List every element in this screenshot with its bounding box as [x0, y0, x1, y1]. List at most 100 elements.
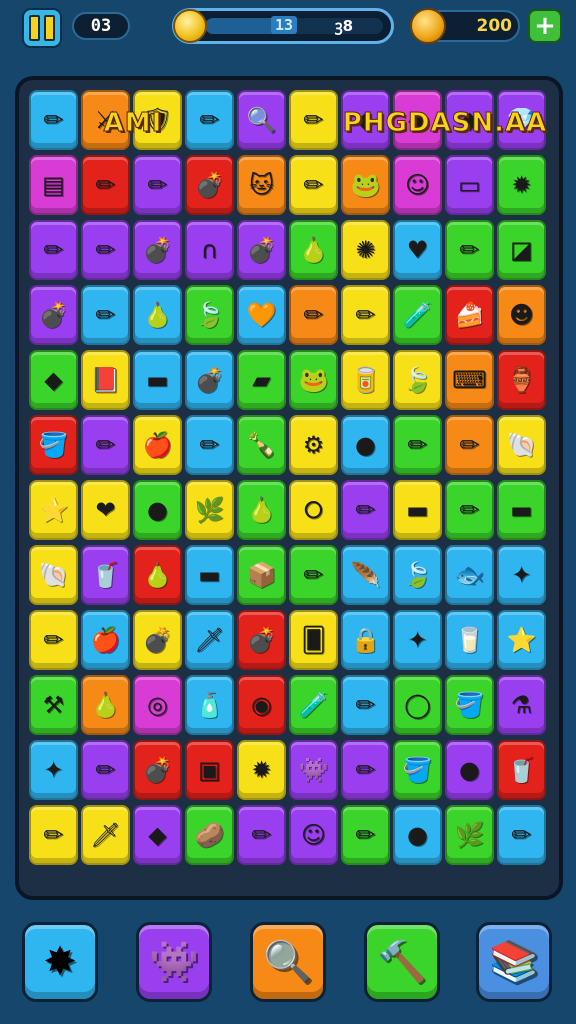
- game-tile[interactable]: 🍃: [185, 285, 234, 345]
- game-tile[interactable]: 💣: [133, 220, 182, 280]
- game-tile[interactable]: ✏: [341, 675, 390, 735]
- game-tile[interactable]: ▬: [497, 480, 546, 540]
- game-tile[interactable]: ✏: [393, 415, 442, 475]
- pause-button[interactable]: [22, 8, 62, 48]
- game-tile[interactable]: ✏: [29, 90, 78, 150]
- game-tile[interactable]: ⚒: [29, 675, 78, 735]
- game-tile[interactable]: 🍎: [81, 610, 130, 670]
- game-tile[interactable]: ⚔: [81, 90, 130, 150]
- game-tile[interactable]: 🍃: [393, 350, 442, 410]
- game-tile[interactable]: ◉: [237, 675, 286, 735]
- game-tile[interactable]: 💣: [237, 610, 286, 670]
- game-tile[interactable]: ⚙: [289, 415, 338, 475]
- game-tile[interactable]: 👾: [289, 740, 338, 800]
- game-tile[interactable]: 🪶: [341, 545, 390, 605]
- game-tile[interactable]: ✏: [289, 90, 338, 150]
- game-tile[interactable]: 🍐: [237, 480, 286, 540]
- game-tile[interactable]: 💣: [185, 350, 234, 410]
- game-tile[interactable]: ▭: [445, 155, 494, 215]
- game-tile[interactable]: ◎: [133, 675, 182, 735]
- game-tile[interactable]: 🐸: [289, 350, 338, 410]
- game-tile[interactable]: ▬: [133, 350, 182, 410]
- game-tile[interactable]: ✦: [497, 545, 546, 605]
- game-tile[interactable]: 🧴: [185, 675, 234, 735]
- game-tile[interactable]: ●: [445, 740, 494, 800]
- game-tile[interactable]: ❤: [81, 480, 130, 540]
- game-tile[interactable]: ✏: [29, 610, 78, 670]
- star-burst-button[interactable]: ✸: [22, 922, 98, 1002]
- game-tile[interactable]: 🐟: [445, 545, 494, 605]
- game-tile[interactable]: ✏: [29, 220, 78, 280]
- game-tile[interactable]: 📦: [237, 545, 286, 605]
- game-tile[interactable]: 🥤: [81, 545, 130, 605]
- monster-button[interactable]: 👾: [136, 922, 212, 1002]
- game-tile[interactable]: 🪣: [445, 675, 494, 735]
- game-tile[interactable]: ✏: [289, 545, 338, 605]
- game-tile[interactable]: ✏: [341, 740, 390, 800]
- search-button[interactable]: 🔍: [250, 922, 326, 1002]
- game-tile[interactable]: ✏: [237, 805, 286, 865]
- game-tile[interactable]: ✺: [341, 220, 390, 280]
- game-tile[interactable]: ✏: [289, 285, 338, 345]
- game-tile[interactable]: ♥: [393, 220, 442, 280]
- game-tile[interactable]: ☺: [289, 805, 338, 865]
- game-tile[interactable]: ✏: [81, 220, 130, 280]
- game-tile[interactable]: 🐚: [29, 545, 78, 605]
- game-tile[interactable]: 💣: [29, 285, 78, 345]
- game-tile[interactable]: 🍐: [133, 285, 182, 345]
- add-coins-button[interactable]: +: [528, 9, 562, 43]
- game-tile[interactable]: 🗡: [81, 805, 130, 865]
- game-tile[interactable]: 🛡: [133, 90, 182, 150]
- game-tile[interactable]: ⚗: [497, 675, 546, 735]
- game-tile[interactable]: 🪣: [393, 740, 442, 800]
- game-tile[interactable]: 🌿: [185, 480, 234, 540]
- game-tile[interactable]: ✦: [393, 610, 442, 670]
- game-tile[interactable]: ✏: [81, 415, 130, 475]
- game-tile[interactable]: 🥫: [341, 350, 390, 410]
- game-tile[interactable]: 🌿: [445, 805, 494, 865]
- game-tile[interactable]: 🍐: [133, 545, 182, 605]
- game-tile[interactable]: 🥛: [445, 610, 494, 670]
- shelf-button[interactable]: 📚: [476, 922, 552, 1002]
- game-tile[interactable]: ✦: [29, 740, 78, 800]
- game-tile[interactable]: ☻: [497, 285, 546, 345]
- game-tile[interactable]: ✏: [185, 415, 234, 475]
- game-tile[interactable]: 🐚: [497, 415, 546, 475]
- game-tile[interactable]: 🧪: [393, 285, 442, 345]
- game-tile[interactable]: ●: [133, 480, 182, 540]
- game-tile[interactable]: ∩: [185, 220, 234, 280]
- game-tile[interactable]: ✏: [445, 220, 494, 280]
- game-tile[interactable]: 🧪: [289, 675, 338, 735]
- hammer-button[interactable]: 🔨: [364, 922, 440, 1002]
- game-tile[interactable]: ⭐: [497, 610, 546, 670]
- game-tile[interactable]: 🂠: [289, 610, 338, 670]
- game-tile[interactable]: ✏: [341, 480, 390, 540]
- game-tile[interactable]: ⭐: [29, 480, 78, 540]
- game-tile[interactable]: ▬: [393, 480, 442, 540]
- game-tile[interactable]: ✏: [81, 285, 130, 345]
- game-tile[interactable]: ◆: [445, 90, 494, 150]
- game-tile[interactable]: 🐱: [237, 155, 286, 215]
- game-tile[interactable]: ⌨: [445, 350, 494, 410]
- game-tile[interactable]: ▰: [237, 350, 286, 410]
- game-tile[interactable]: ✏: [497, 805, 546, 865]
- game-tile[interactable]: 💎: [497, 90, 546, 150]
- game-tile[interactable]: 🍃: [393, 545, 442, 605]
- game-tile[interactable]: ◆: [341, 90, 390, 150]
- game-tile[interactable]: 💣: [185, 155, 234, 215]
- game-tile[interactable]: ▤: [29, 155, 78, 215]
- game-tile[interactable]: ✏: [341, 805, 390, 865]
- game-tile[interactable]: ✏: [289, 155, 338, 215]
- game-tile[interactable]: ◆: [133, 805, 182, 865]
- game-tile[interactable]: ✏: [445, 480, 494, 540]
- game-tile[interactable]: 💣: [133, 610, 182, 670]
- game-tile[interactable]: 💣: [133, 740, 182, 800]
- game-tile[interactable]: ✏: [445, 415, 494, 475]
- game-tile[interactable]: 📕: [81, 350, 130, 410]
- game-tile[interactable]: 💣: [237, 220, 286, 280]
- game-tile[interactable]: 🍐: [81, 675, 130, 735]
- game-tile[interactable]: 🍾: [237, 415, 286, 475]
- game-tile[interactable]: 🪣: [29, 415, 78, 475]
- game-tile[interactable]: ◪: [497, 220, 546, 280]
- game-tile[interactable]: 🍐: [289, 220, 338, 280]
